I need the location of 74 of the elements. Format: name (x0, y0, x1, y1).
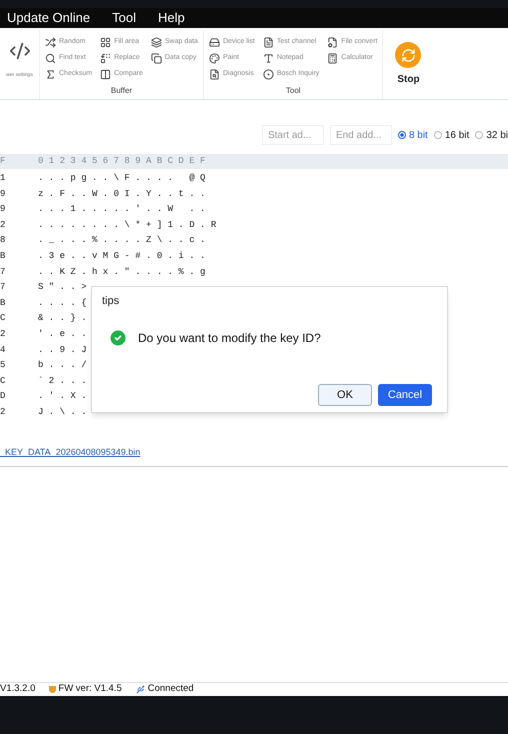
ascii-text: . . 9 . J (38, 344, 87, 357)
firmware-text: FW ver: V1.4.5 (58, 682, 122, 696)
copy-icon (150, 53, 162, 64)
grid-icon (100, 37, 112, 48)
ascii-text: . . . . . . . . \ * + ] 1 . D . R (38, 218, 216, 232)
dialog-title: tips (102, 294, 120, 309)
connection-text: Connected (148, 682, 194, 696)
start-address-field[interactable]: Start ad... (262, 125, 324, 145)
check-icon (108, 328, 128, 348)
row-offset: C (0, 312, 6, 326)
shuffle-icon (45, 37, 56, 48)
ascii-text: b . . . / (38, 359, 87, 372)
row-offset: 9 (0, 203, 6, 216)
row-offset: 4 (0, 344, 6, 357)
sigma-icon (45, 69, 56, 80)
calculator-icon (327, 53, 338, 64)
circle-icon (262, 69, 274, 80)
menu-item[interactable]: Help (158, 8, 185, 28)
group-label: Buffer (110, 85, 134, 97)
row-offset: 1 (0, 172, 6, 186)
ascii-text: ` 2 . . . (38, 374, 87, 388)
row-offset: 9 (0, 188, 6, 201)
palette-icon (208, 53, 220, 64)
row-offset: 2 (0, 406, 6, 419)
ascii-text: z . F . . W . 0 I . Y . . t . . (38, 188, 206, 201)
ascii-text: . ' . X . (38, 390, 87, 404)
columns-icon (100, 69, 112, 80)
ascii-text: . . . 1 . . . . . ' . . W . . (38, 203, 206, 216)
bit-radio[interactable]: 32 bi (475, 128, 508, 142)
type-icon (262, 53, 274, 64)
file-gear-icon (327, 37, 338, 48)
ascii-text: . . . p g . . \ F . . . . @ Q (38, 172, 206, 186)
ascii-text: & . . } . (38, 312, 87, 326)
row-offset: B (0, 296, 6, 310)
stop-icon (395, 42, 422, 68)
offset-header: F (0, 154, 6, 168)
file-name-link[interactable]: _KEY_DATA_20260408095349.bin (0, 446, 140, 456)
replace-icon (100, 53, 112, 64)
row-offset: D (0, 390, 6, 404)
document-icon (262, 37, 274, 48)
row-offset: 7 (0, 266, 6, 279)
end-address-field[interactable]: End add... (330, 125, 392, 145)
drive-icon (208, 37, 220, 48)
dialog-button[interactable]: OK (318, 384, 372, 406)
row-offset: 2 (0, 218, 6, 232)
row-offset: 5 (0, 359, 6, 372)
ascii-text: . _ . . . % . . . . Z \ . . c . (38, 234, 206, 248)
group-label: Tool (284, 85, 302, 97)
stop-button[interactable]: Stop (383, 30, 434, 99)
dialog-message: Do you want to modify the key ID? (138, 330, 321, 346)
row-offset: 7 (0, 281, 6, 294)
magnifier-icon (45, 53, 56, 64)
row-offset: C (0, 374, 6, 388)
version-text: V1.3.2.0 (0, 682, 36, 696)
menu-item[interactable]: Update Online (7, 8, 90, 28)
shield-icon (49, 686, 56, 693)
ascii-text: ' . e . . (38, 328, 87, 341)
row-offset: 8 (0, 234, 6, 248)
row-offset: 2 (0, 328, 6, 341)
usb-icon (136, 685, 145, 694)
layers-icon (150, 37, 162, 48)
ascii-text: . . . . { (38, 296, 87, 310)
row-offset: B (0, 250, 6, 264)
bit-radio[interactable]: 16 bit (434, 128, 470, 142)
column-header: 0 1 2 3 4 5 6 7 8 9 A B C D E F (38, 154, 206, 168)
bit-radio[interactable]: 8 bit (398, 128, 428, 142)
dialog-button[interactable]: Cancel (378, 384, 432, 406)
ascii-text: S " . . > (38, 281, 87, 294)
menu-item[interactable]: Tool (112, 8, 136, 28)
ascii-text: J . \ . . (38, 406, 87, 419)
settings-window-icon[interactable] (8, 40, 30, 62)
ascii-text: . . K Z . h x . " . . . . % . g (38, 266, 206, 279)
file-search-icon (208, 69, 220, 80)
ascii-text: . 3 e . . v M G - # . 0 . i . . (38, 250, 206, 264)
